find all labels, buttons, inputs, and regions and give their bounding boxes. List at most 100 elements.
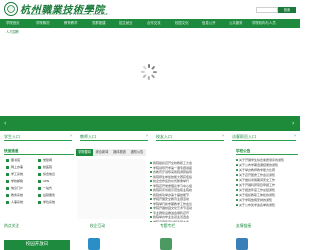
- nav-item-teaching[interactable]: 教育教学: [64, 19, 78, 28]
- news-title: 省教育厅领导来我院调研指导: [153, 170, 193, 174]
- search-input[interactable]: [256, 7, 278, 13]
- logo-english-name: HANGZHOU VOCATIONAL & TECHNICAL COLLEGE: [26, 12, 108, 16]
- quick-link-label: 图书馆: [11, 158, 21, 162]
- quick-link[interactable]: 综合信息: [38, 172, 66, 177]
- teacher-entry[interactable]: 教师入口 ›: [80, 133, 148, 141]
- link-icon: [6, 179, 9, 183]
- college-logo[interactable]: 杭州職業技術學院 HANGZHOU VOCATIONAL & TECHNICAL…: [4, 2, 144, 17]
- list-item[interactable]: 关于召开团委工作会议通知: [236, 173, 298, 177]
- carousel-prev-icon[interactable]: ‹: [4, 120, 6, 127]
- news-tabs: 学院要闻 综合新闻 媒体报道 通知公告: [76, 149, 146, 156]
- quick-link[interactable]: 校医院: [38, 165, 66, 170]
- quick-link[interactable]: 信息门户: [6, 186, 34, 191]
- list-item[interactable]: 关于举办教师教学能力比赛: [236, 168, 298, 172]
- link-icon: [6, 165, 9, 169]
- quick-link-label: 党建网: [43, 158, 53, 162]
- announcements-title: 学校公告: [236, 149, 298, 155]
- list-item[interactable]: 关于公布奖学金名单的通知: [236, 203, 298, 207]
- topic-thumbnail[interactable]: [88, 238, 100, 250]
- announcement-title: 关于做好寒假期间安全工作: [239, 178, 276, 182]
- nav-item-staff[interactable]: 学院机构与人员: [252, 19, 276, 28]
- news-image[interactable]: [77, 159, 146, 219]
- announcement-title: 关于召开团委工作会议通知: [239, 173, 276, 177]
- quick-link[interactable]: 学工系统: [6, 172, 34, 177]
- quick-link[interactable]: 网上办事: [6, 165, 34, 170]
- tab-media[interactable]: 媒体报道: [111, 149, 128, 156]
- nav-item-admission[interactable]: 招生就业: [119, 19, 133, 28]
- nav-item-service[interactable]: 公共服务: [229, 19, 243, 28]
- link-icon: [38, 179, 41, 183]
- cooperation-title: 校企互动: [90, 223, 106, 228]
- list-item[interactable]: 关于公布学期选课结果的通知: [236, 163, 298, 167]
- quick-link[interactable]: 后勤服务: [38, 193, 66, 198]
- nav-item-culture[interactable]: 校园文化: [175, 19, 189, 28]
- student-entry-label: 学生入口: [4, 134, 20, 139]
- visitor-entry-label: 访客职员入口: [232, 134, 256, 139]
- hot-topics-title: 热点关注: [4, 223, 20, 228]
- visitor-entry[interactable]: 访客职员入口 ›: [232, 133, 296, 141]
- news-list: 我院组织召开全校教职工大会 学院领导开学第一课专题讲座 省教育厅领导来我院调研指…: [150, 155, 234, 225]
- topic-thumbnail[interactable]: [236, 238, 248, 250]
- alumni-entry-label: 校友入口: [156, 134, 172, 139]
- carousel-next-icon[interactable]: ›: [292, 120, 294, 127]
- alumni-entry[interactable]: 校友入口 ›: [156, 133, 224, 141]
- news-title: 学院开展安全教育主题活动: [153, 197, 190, 201]
- quick-link-label: 学校邮箱: [11, 179, 24, 183]
- list-item[interactable]: 关于开展学生综合素质测评的通知: [236, 158, 298, 162]
- tab-general-news[interactable]: 综合新闻: [94, 149, 111, 156]
- link-icon: [6, 186, 9, 190]
- list-item[interactable]: 关于报送年度工作总结通知: [236, 188, 298, 192]
- announcements-panel: 学校公告 关于开展学生综合素质测评的通知 关于公布学期选课结果的通知 关于举办教…: [236, 149, 298, 229]
- announcement-title: 关于公布奖学金名单的通知: [239, 203, 276, 207]
- tab-college-news[interactable]: 学院要闻: [76, 149, 93, 156]
- quick-link[interactable]: 人事系统: [6, 200, 34, 205]
- announcement-title: 关于开展学生综合素质测评的通知: [239, 158, 285, 162]
- quick-link[interactable]: VPN: [38, 179, 66, 184]
- quick-link[interactable]: 学位系统: [38, 200, 66, 205]
- student-entry[interactable]: 学生入口 ›: [4, 133, 72, 141]
- college-emblem-icon: [4, 2, 18, 16]
- quick-link-label: 网上办事: [11, 165, 24, 169]
- topic-thumbnail[interactable]: [160, 238, 172, 250]
- list-item[interactable]: 关于学院放假安排的通知: [236, 198, 298, 202]
- quick-link[interactable]: 一站式: [38, 186, 66, 191]
- list-item[interactable]: 关于做好寒假期间安全工作: [236, 178, 298, 182]
- tab-notices[interactable]: 通知公告: [129, 149, 146, 156]
- news-title: 我院组织召开全校教职工大会: [153, 161, 193, 165]
- search-button[interactable]: 检索: [278, 7, 296, 13]
- nav-item-overview[interactable]: 学院概况: [36, 19, 50, 28]
- nav-item-recruit[interactable]: 人才招聘: [6, 29, 19, 34]
- news-panel: 学院要闻 综合新闻 媒体报道 通知公告 我院组织召开全校教职工大会 学院领导开学…: [76, 149, 234, 225]
- open-day-button[interactable]: 校园开放日: [4, 240, 70, 250]
- quick-links-title: 快速通道: [4, 149, 74, 155]
- link-icon: [38, 172, 41, 176]
- quick-link[interactable]: 学校邮箱: [6, 179, 34, 184]
- link-icon: [38, 193, 41, 197]
- nav-item-info[interactable]: 信息公开: [202, 19, 216, 28]
- news-title: 学院召开党委理论学习中心组: [153, 183, 193, 188]
- nav-item-home[interactable]: 学院首页: [6, 19, 20, 28]
- quick-link[interactable]: 教务系统: [6, 193, 34, 198]
- link-icon: [6, 200, 9, 204]
- chevron-right-icon: ›: [294, 133, 296, 139]
- news-title: 专业群建设推进会顺利召开: [153, 210, 190, 215]
- news-title: 学院领导开学第一课专题讲座: [153, 165, 193, 170]
- link-icon: [38, 200, 41, 204]
- quick-link[interactable]: 党建网: [38, 158, 66, 163]
- quick-link-label: 人事系统: [11, 200, 24, 204]
- loading-spinner-icon: [140, 64, 157, 80]
- list-item[interactable]: 关于开展科研项目申报工作: [236, 183, 298, 187]
- link-icon: [38, 158, 41, 162]
- nav-item-cooperation[interactable]: 合作交流: [147, 19, 161, 28]
- nav-item-party[interactable]: 党群团建: [92, 19, 106, 28]
- links-title: 友情链接: [236, 223, 252, 228]
- chevron-right-icon: ›: [70, 133, 72, 139]
- news-title: 我院举办毕业生就业双选会: [153, 215, 190, 219]
- quick-link-label: 校医院: [43, 165, 53, 169]
- quick-link[interactable]: 图书馆: [6, 158, 34, 163]
- chevron-right-icon: ›: [146, 133, 148, 139]
- site-header: 杭州職業技術學院 HANGZHOU VOCATIONAL & TECHNICAL…: [0, 0, 300, 19]
- announcement-title: 关于开展科研项目申报工作: [239, 183, 276, 187]
- list-item[interactable]: 关于组织教职工体检的通知: [236, 193, 298, 197]
- news-title: 我院成功举办第十届技能节: [153, 192, 190, 197]
